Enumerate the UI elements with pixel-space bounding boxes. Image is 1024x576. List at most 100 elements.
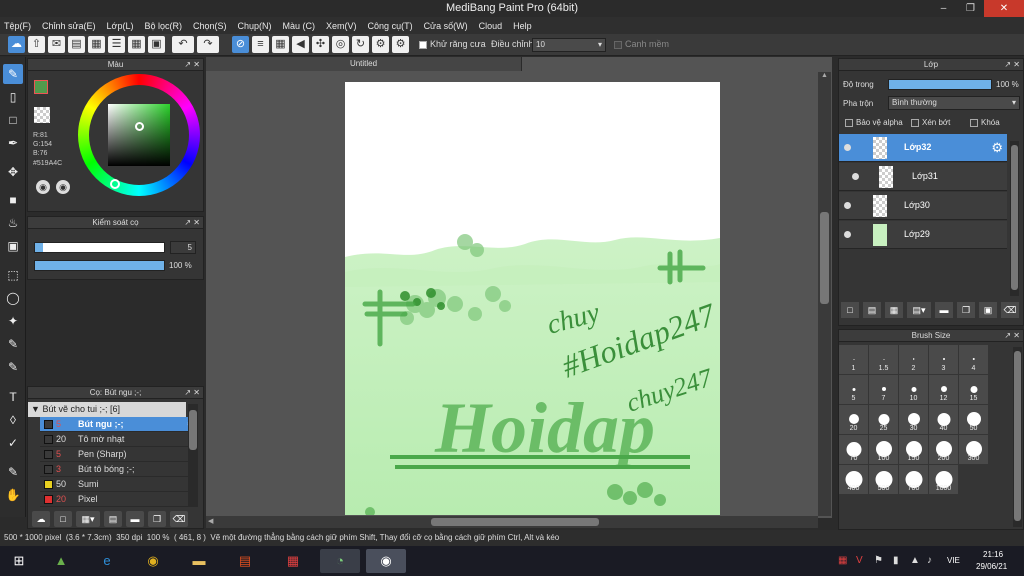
transparent-swatch[interactable] (34, 107, 50, 123)
close-icon[interactable]: ↗ ✕ (184, 217, 200, 229)
layer-scrollbar[interactable] (1010, 141, 1019, 296)
eyedropper-icon[interactable]: ✓ (3, 433, 23, 453)
brush-size-cell[interactable]: 20 (839, 405, 868, 434)
new-color-layer-icon[interactable]: ▦ (885, 302, 903, 318)
magic-wand-icon[interactable]: ✦ (3, 311, 23, 331)
app-icon[interactable]: ▦ (278, 549, 308, 573)
document-icon[interactable]: ▦ (88, 36, 105, 53)
unikey-icon[interactable]: V (856, 555, 863, 566)
color-cursor[interactable] (135, 122, 144, 131)
brush-size-cell[interactable]: 2 (899, 345, 928, 374)
drawing-canvas[interactable]: chuy #Hoidap247 chuy247 Hoidap (345, 82, 720, 515)
trash-icon[interactable]: ⌫ (170, 511, 188, 527)
brush-item[interactable]: 50 Sumi (40, 477, 198, 492)
new-halftone-layer-icon[interactable]: ▤ (863, 302, 881, 318)
move-tool-icon[interactable]: ✥ (3, 162, 23, 182)
add-layer-menu-icon[interactable]: ▤▾ (907, 302, 931, 318)
internet-explorer-icon[interactable]: e (92, 549, 122, 573)
brush-size-cell[interactable]: 50 (959, 405, 988, 434)
medibang-paint-icon[interactable]: ◉ (366, 549, 406, 573)
palette-add-icon[interactable]: ◉ (56, 180, 70, 194)
size-value[interactable]: 5 (170, 241, 196, 254)
text-tool-icon[interactable]: T (3, 387, 23, 407)
vanish-snap-icon[interactable]: ◀ (292, 36, 309, 53)
menu-color[interactable]: Màu (C) (283, 21, 316, 31)
battery-icon[interactable]: ▮ (893, 555, 899, 566)
pen-tool-icon[interactable]: ✒ (3, 133, 23, 153)
add-brush-icon[interactable]: ▦▾ (76, 511, 100, 527)
brush-item[interactable]: 20 Tô mờ nhạt (40, 432, 198, 447)
brush-list-scrollbar[interactable] (188, 404, 198, 507)
lasso-tool-icon[interactable]: ◯ (3, 288, 23, 308)
rect-tool-icon[interactable]: □ (3, 110, 23, 130)
brush-size-cell[interactable]: 40 (929, 405, 958, 434)
export-icon[interactable]: ⇧ (28, 36, 45, 53)
close-button[interactable]: ✕ (984, 0, 1024, 17)
hue-cursor[interactable] (110, 179, 120, 189)
close-icon[interactable]: ↗ ✕ (184, 59, 200, 71)
menu-filter[interactable]: Bộ lọc(R) (144, 21, 182, 31)
comment-icon[interactable]: ✉ (48, 36, 65, 53)
antialias-toggle[interactable]: Khử răng cưa (419, 39, 486, 49)
scroll-up-icon[interactable]: ▲ (820, 72, 829, 82)
brush-size-cell[interactable]: 300 (959, 435, 988, 464)
menu-edit[interactable]: Chỉnh sửa(E) (42, 21, 96, 31)
cloud-icon[interactable]: ☁ (8, 36, 25, 53)
duplicate-layer-icon[interactable]: ❐ (957, 302, 975, 318)
brush-group[interactable]: ▼ Bút vẽ cho tui ;-; [6] (28, 402, 186, 417)
vertical-scroll-thumb[interactable] (820, 212, 829, 304)
brush-item[interactable]: 5 Pen (Sharp) (40, 447, 198, 462)
grid-icon[interactable]: ▦ (128, 36, 145, 53)
menu-cloud[interactable]: Cloud (479, 21, 503, 31)
curve-snap-icon[interactable]: ↻ (352, 36, 369, 53)
horizontal-scrollbar[interactable]: ◀ (206, 516, 818, 528)
menu-window[interactable]: Cửa số(W) (424, 21, 468, 31)
bucket-tool-icon[interactable]: ♨ (3, 213, 23, 233)
fill-rect-tool-icon[interactable]: ■ (3, 190, 23, 210)
page-icon[interactable]: ▤ (68, 36, 85, 53)
clock-time[interactable]: 21:16 (983, 550, 1003, 559)
brush-size-cell[interactable]: 5 (839, 375, 868, 404)
network-icon[interactable]: ▲ (910, 555, 920, 566)
brush-size-cell[interactable]: 30 (899, 405, 928, 434)
brush-size-cell[interactable]: 400 (839, 465, 868, 494)
saturation-square[interactable] (108, 104, 170, 166)
close-icon[interactable]: ↗ ✕ (1004, 59, 1020, 71)
brush-size-scrollbar[interactable] (1013, 347, 1022, 527)
powerpoint-icon[interactable]: ▤ (230, 549, 260, 573)
properties-icon[interactable]: ▤ (104, 511, 122, 527)
foreground-swatch[interactable] (34, 80, 48, 94)
select-eraser-icon[interactable]: ✎ (3, 357, 23, 377)
menu-view[interactable]: Xem(V) (326, 21, 357, 31)
size-slider[interactable] (34, 242, 165, 253)
select-pen-icon[interactable]: ✎ (3, 334, 23, 354)
minimize-button[interactable]: – (930, 0, 957, 17)
layer-row[interactable]: Lớp31 (839, 163, 1007, 191)
settings-icon[interactable]: ⚙ (372, 36, 389, 53)
undo-icon[interactable]: ↶ (172, 36, 194, 53)
brush-size-cell[interactable]: 15 (959, 375, 988, 404)
file-explorer-icon[interactable]: ▬ (184, 549, 214, 573)
close-icon[interactable]: ↗ ✕ (184, 387, 200, 399)
horizontal-scroll-thumb[interactable] (431, 518, 599, 526)
new-layer-icon[interactable]: □ (841, 302, 859, 318)
close-icon[interactable]: ↗ ✕ (1004, 330, 1020, 342)
blend-mode-select[interactable]: Bình thường ▾ (888, 96, 1020, 110)
tab-document[interactable]: Untitled (206, 57, 522, 71)
brush-size-cell[interactable]: 500 (869, 465, 898, 494)
list-icon[interactable]: ☰ (108, 36, 125, 53)
palette-icon[interactable]: ◉ (36, 180, 50, 194)
hue-wheel[interactable] (78, 74, 200, 196)
lock-toggle[interactable]: Khóa (970, 118, 1000, 127)
merge-layer-icon[interactable]: ▣ (979, 302, 997, 318)
eye-icon[interactable] (844, 231, 851, 238)
brush-item[interactable]: 3 Bút tô bóng ;-; (40, 462, 198, 477)
clock-date[interactable]: 29/06/21 (976, 562, 1007, 571)
eye-icon[interactable] (844, 144, 851, 151)
brush-size-cell[interactable]: 100 (869, 435, 898, 464)
layer-row[interactable]: Lớp29 (839, 221, 1007, 249)
menu-snap[interactable]: Chụp(N) (238, 21, 272, 31)
opacity-slider[interactable] (34, 260, 165, 271)
duplicate-icon[interactable]: ❐ (148, 511, 166, 527)
gear-icon[interactable]: ⚙ (991, 140, 1003, 156)
